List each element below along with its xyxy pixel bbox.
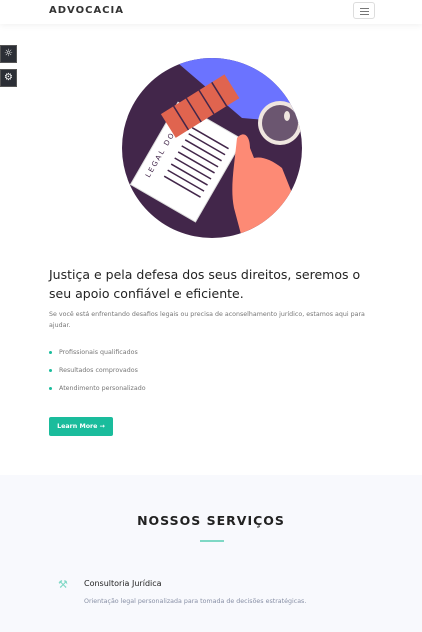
sun-icon: ☼: [4, 48, 13, 59]
brand-logo[interactable]: ADVOCACIA: [49, 5, 124, 16]
services-section: NOSSOS SERVIÇOS ⚒ Consultoria Jurídica O…: [0, 475, 422, 632]
navbar: ADVOCACIA: [0, 0, 422, 24]
title-divider: [200, 540, 224, 542]
feature-item: Profissionais qualificados: [49, 346, 146, 364]
feature-item: Atendimento personalizado: [49, 382, 146, 400]
menu-toggle-button[interactable]: [353, 2, 375, 19]
learn-more-button[interactable]: Learn More →: [49, 417, 113, 436]
services-title: NOSSOS SERVIÇOS: [137, 513, 285, 528]
feature-item: Resultados comprovados: [49, 364, 146, 382]
feature-list: Profissionais qualificados Resultados co…: [49, 346, 146, 400]
hamburger-line: [360, 11, 369, 12]
gear-icon: ⚙: [4, 72, 13, 83]
theme-toggle-button[interactable]: ☼: [0, 45, 17, 63]
hamburger-icon: [360, 8, 369, 9]
service-name[interactable]: Consultoria Jurídica: [84, 579, 162, 588]
hamburger-line: [360, 14, 369, 15]
settings-button[interactable]: ⚙: [0, 69, 17, 87]
gavel-icon: ⚒: [58, 578, 68, 591]
legal-document-illustration: LEGAL DOCUMENT: [122, 58, 302, 238]
service-description: Orientação legal personalizada para toma…: [84, 598, 307, 605]
hero-lead: Se você está enfrentando desafios legais…: [49, 311, 365, 329]
hero-title: Justiça e pela defesa dos seus direitos,…: [49, 267, 361, 301]
